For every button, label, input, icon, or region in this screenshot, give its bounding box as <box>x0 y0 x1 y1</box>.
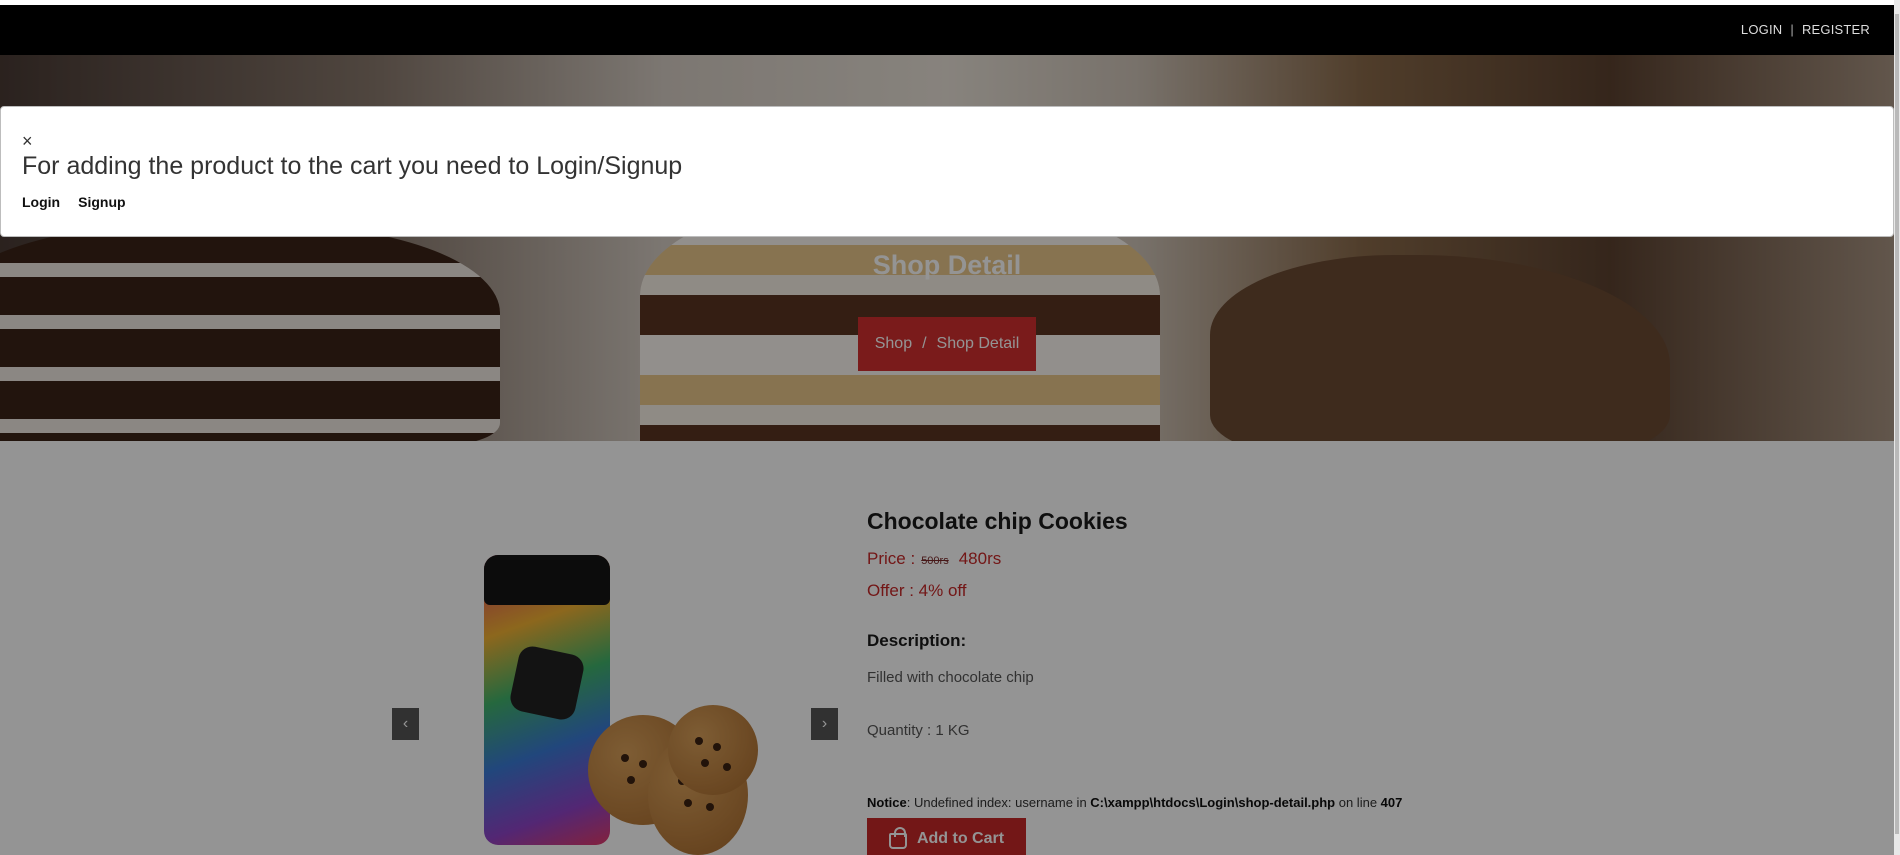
modal-message: For adding the product to the cart you n… <box>22 152 683 180</box>
modal-signup-link[interactable]: Signup <box>78 194 125 210</box>
auth-links: LOGIN | REGISTER <box>1741 22 1870 37</box>
top-bar: LOGIN | REGISTER <box>0 5 1894 55</box>
register-link[interactable]: REGISTER <box>1802 22 1870 37</box>
login-link[interactable]: LOGIN <box>1741 22 1782 37</box>
auth-separator: | <box>1790 22 1794 37</box>
login-required-modal: × For adding the product to the cart you… <box>0 106 1894 237</box>
close-icon[interactable]: × <box>22 131 33 152</box>
page-scrollbar[interactable] <box>1894 0 1900 855</box>
modal-login-link[interactable]: Login <box>22 194 60 210</box>
scrollbar-thumb[interactable] <box>1895 14 1899 834</box>
modal-actions: Login Signup <box>22 194 126 210</box>
